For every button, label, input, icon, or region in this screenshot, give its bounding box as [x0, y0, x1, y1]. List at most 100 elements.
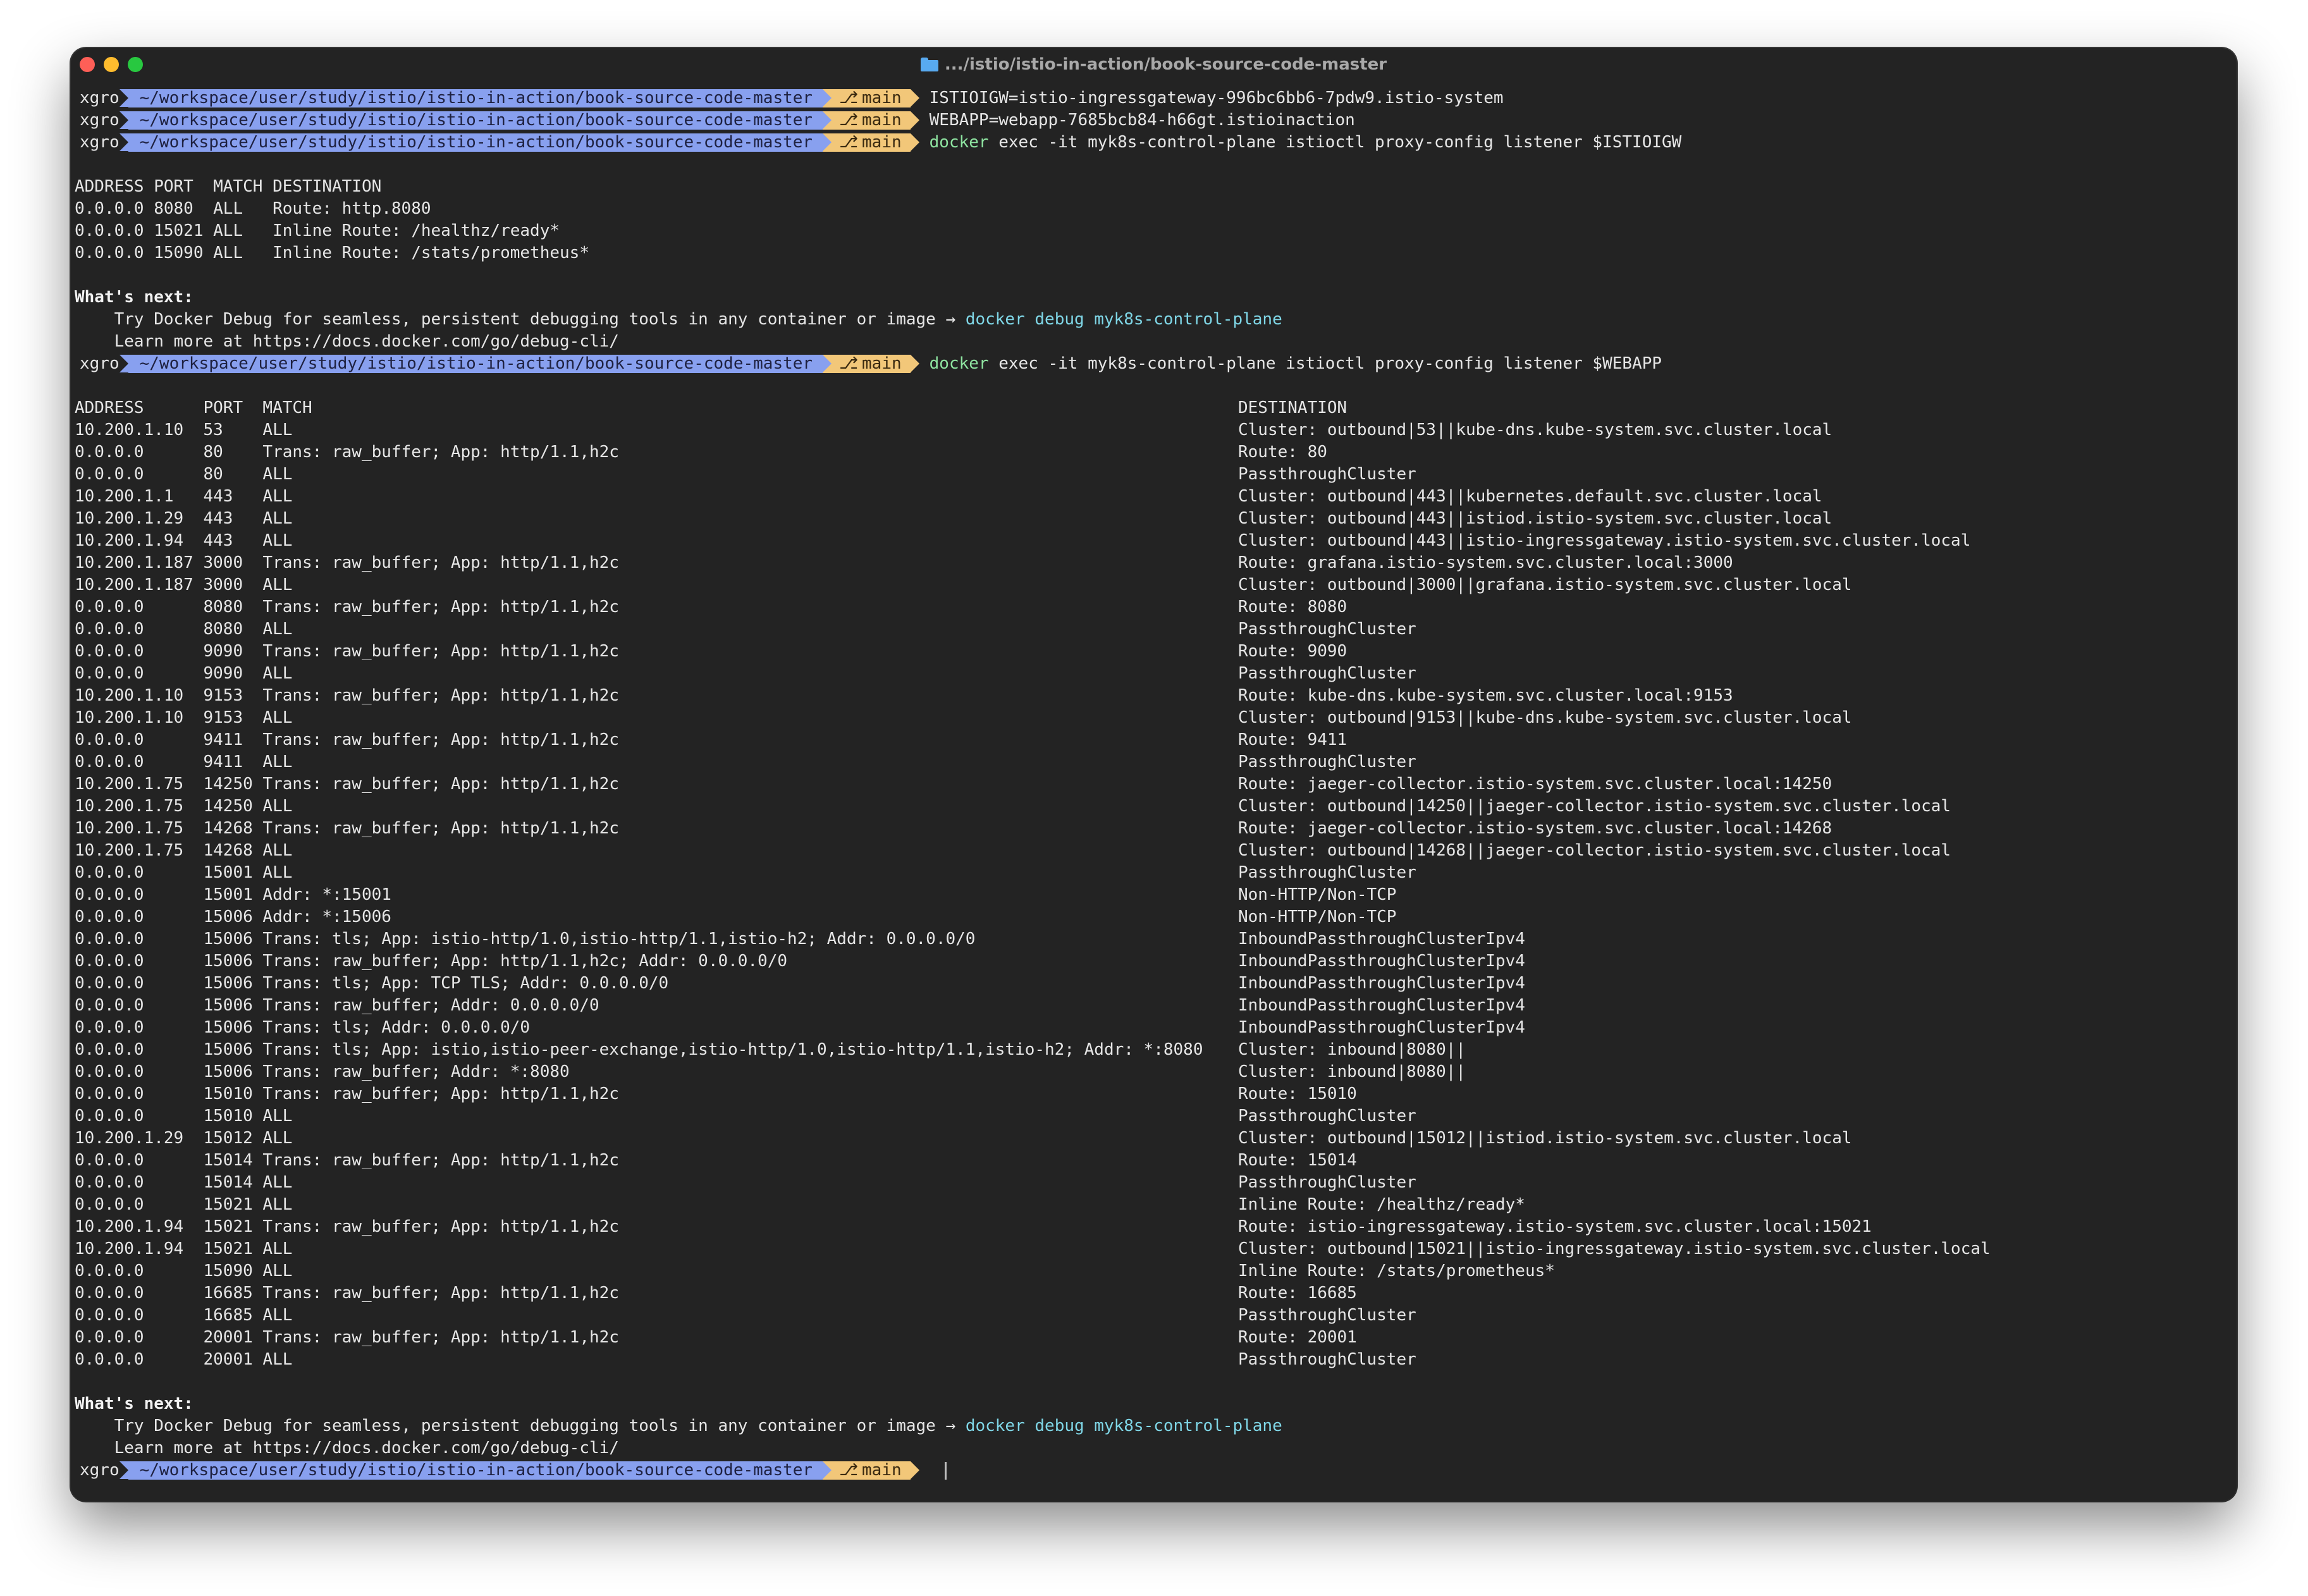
- git-branch-icon: ⎇: [839, 111, 859, 130]
- table-row: 10.200.1.187 3000 ALL Cluster: outbound|3…: [75, 574, 2233, 596]
- prompt-path: ~/workspace/user/study/istio/istio-in-ac…: [119, 1461, 823, 1480]
- window-title: .../istio/istio-in-action/book-source-co…: [920, 55, 1387, 74]
- row-address-port-match: 0.0.0.0 15006 Trans: tls; App: istio,ist…: [75, 1040, 1203, 1059]
- row-destination: PassthroughCluster: [1238, 863, 1416, 882]
- row-address-port-match: 0.0.0.0 15014 Trans: raw_buffer; App: ht…: [75, 1151, 619, 1170]
- zoom-button[interactable]: [128, 57, 143, 72]
- table-row: 0.0.0.0 15014 Trans: raw_buffer; App: ht…: [75, 1150, 2233, 1172]
- row-destination: PassthroughCluster: [1238, 664, 1416, 683]
- row-destination: Route: 9090: [1238, 642, 1347, 661]
- row-destination: Route: istio-ingressgateway.istio-system…: [1238, 1217, 1872, 1236]
- table-row: 0.0.0.0 9090 ALL PassthroughCluster: [75, 663, 2233, 685]
- prompt-user: xgro: [80, 133, 120, 152]
- row-destination: Route: 16685: [1238, 1284, 1357, 1303]
- row-address-port-match: 10.200.1.187 3000 Trans: raw_buffer; App…: [75, 553, 619, 572]
- row-address-port-match: 0.0.0.0 15090 ALL: [75, 1261, 293, 1280]
- table-row: 0.0.0.0 15090 ALL Inline Route: /stats/pr…: [75, 1260, 2233, 1282]
- command-text: docker exec -it myk8s-control-plane isti…: [930, 132, 1682, 154]
- table-row: 0.0.0.0 15006 Trans: tls; App: TCP TLS; …: [75, 973, 2233, 995]
- row-destination: InboundPassthroughClusterIpv4: [1238, 930, 1525, 948]
- row-address-port-match: 0.0.0.0 15010 Trans: raw_buffer; App: ht…: [75, 1084, 619, 1103]
- table-row: 0.0.0.0 80 ALL PassthroughCluster: [75, 463, 2233, 486]
- row-address-port-match: 0.0.0.0 15001 Addr: *:15001: [75, 885, 391, 904]
- table-row: 10.200.1.75 14268 Trans: raw_buffer; App…: [75, 818, 2233, 840]
- row-destination: InboundPassthroughClusterIpv4: [1238, 952, 1525, 971]
- window-controls: [80, 57, 143, 72]
- row-destination: Inline Route: /healthz/ready*: [1238, 1195, 1525, 1214]
- table-row: 0.0.0.0 16685 Trans: raw_buffer; App: ht…: [75, 1282, 2233, 1304]
- header-address-port-match: ADDRESS PORT MATCH: [75, 398, 312, 417]
- row-destination: Route: 15010: [1238, 1084, 1357, 1103]
- whats-next-heading: What's next:: [75, 288, 193, 307]
- row-address-port-match: 10.200.1.10 9153 Trans: raw_buffer; App:…: [75, 686, 619, 705]
- title-bar: .../istio/istio-in-action/book-source-co…: [71, 48, 2237, 81]
- whats-next-learn: Learn more at https://docs.docker.com/go…: [75, 332, 619, 351]
- row-destination: Cluster: outbound|14268||jaeger-collecto…: [1238, 841, 1951, 860]
- whats-next-try-cmd[interactable]: docker debug myk8s-control-plane: [966, 1416, 1282, 1435]
- row-destination: Cluster: outbound|3000||grafana.istio-sy…: [1238, 575, 1852, 594]
- prompt-line: xgro ~/workspace/user/study/istio/istio-i…: [75, 87, 2233, 109]
- igw-listener-row: 0.0.0.0 15090 ALL Inline Route: /stats/p…: [75, 243, 589, 262]
- prompt-user: xgro: [80, 111, 120, 130]
- close-button[interactable]: [80, 57, 95, 72]
- row-address-port-match: 10.200.1.75 14268 ALL: [75, 841, 293, 860]
- prompt-path: ~/workspace/user/study/istio/istio-in-ac…: [119, 89, 823, 107]
- prompt-user: xgro: [80, 1461, 120, 1480]
- prompt-branch: ⎇ main: [823, 355, 919, 373]
- row-address-port-match: 0.0.0.0 15006 Addr: *:15006: [75, 907, 391, 926]
- row-destination: Route: jaeger-collector.istio-system.svc…: [1238, 819, 1832, 838]
- row-address-port-match: 0.0.0.0 9411 ALL: [75, 752, 293, 771]
- minimize-button[interactable]: [104, 57, 119, 72]
- row-destination: Route: jaeger-collector.istio-system.svc…: [1238, 775, 1832, 794]
- table-row: 0.0.0.0 8080 Trans: raw_buffer; App: htt…: [75, 596, 2233, 618]
- prompt-branch: ⎇ main: [823, 133, 919, 152]
- igw-listener-row: 0.0.0.0 15021 ALL Inline Route: /healthz…: [75, 221, 560, 240]
- row-address-port-match: 0.0.0.0 15014 ALL: [75, 1173, 293, 1192]
- row-destination: PassthroughCluster: [1238, 1173, 1416, 1192]
- row-address-port-match: 10.200.1.29 15012 ALL: [75, 1129, 293, 1148]
- command-text: WEBAPP=webapp-7685bcb84-h66gt.istioinact…: [929, 111, 1355, 130]
- table-row: 0.0.0.0 15006 Trans: tls; App: istio,ist…: [75, 1039, 2233, 1061]
- row-address-port-match: 10.200.1.94 15021 ALL: [75, 1239, 293, 1258]
- row-address-port-match: 0.0.0.0 15006 Trans: tls; Addr: 0.0.0.0/…: [75, 1018, 531, 1037]
- whats-next-try-text: Try Docker Debug for seamless, persisten…: [75, 310, 966, 329]
- row-destination: Route: kube-dns.kube-system.svc.cluster.…: [1238, 686, 1733, 705]
- row-destination: InboundPassthroughClusterIpv4: [1238, 1018, 1525, 1037]
- row-address-port-match: 0.0.0.0 8080 ALL: [75, 620, 293, 639]
- row-destination: Non-HTTP/Non-TCP: [1238, 907, 1397, 926]
- row-address-port-match: 10.200.1.29 443 ALL: [75, 509, 293, 528]
- prompt-line: xgro ~/workspace/user/study/istio/istio-i…: [75, 132, 2233, 154]
- command-binary: docker: [929, 133, 989, 152]
- prompt-branch-name: main: [862, 111, 902, 130]
- table-row: 10.200.1.94 15021 Trans: raw_buffer; App…: [75, 1216, 2233, 1238]
- row-address-port-match: 10.200.1.75 14250 Trans: raw_buffer; App…: [75, 775, 619, 794]
- row-destination: Route: 20001: [1238, 1328, 1357, 1347]
- table-row: 0.0.0.0 9090 Trans: raw_buffer; App: htt…: [75, 641, 2233, 663]
- row-destination: Cluster: outbound|15012||istiod.istio-sy…: [1238, 1129, 1852, 1148]
- row-address-port-match: 10.200.1.94 15021 Trans: raw_buffer; App…: [75, 1217, 619, 1236]
- table-row: 0.0.0.0 15014 ALL PassthroughCluster: [75, 1172, 2233, 1194]
- row-destination: Cluster: outbound|443||istiod.istio-syst…: [1238, 509, 1832, 528]
- table-row: 0.0.0.0 15006 Trans: tls; App: istio-htt…: [75, 928, 2233, 950]
- row-address-port-match: 0.0.0.0 15021 ALL: [75, 1195, 293, 1214]
- terminal-output[interactable]: xgro ~/workspace/user/study/istio/istio-i…: [75, 87, 2233, 1482]
- table-row: 0.0.0.0 16685 ALL PassthroughCluster: [75, 1304, 2233, 1327]
- text-cursor: [944, 1461, 947, 1480]
- row-address-port-match: 10.200.1.75 14250 ALL: [75, 797, 293, 816]
- whats-next-try-cmd[interactable]: docker debug myk8s-control-plane: [966, 310, 1282, 329]
- igw-listener-row: ADDRESS PORT MATCH DESTINATION: [75, 177, 382, 196]
- row-destination: Route: 80: [1238, 443, 1327, 462]
- table-row: 0.0.0.0 15021 ALL Inline Route: /healthz/…: [75, 1194, 2233, 1216]
- table-row: 0.0.0.0 80 Trans: raw_buffer; App: http/…: [75, 441, 2233, 463]
- whats-next-try: Try Docker Debug for seamless, persisten…: [75, 309, 2233, 331]
- row-address-port-match: 0.0.0.0 9090 Trans: raw_buffer; App: htt…: [75, 642, 619, 661]
- row-address-port-match: 0.0.0.0 20001 Trans: raw_buffer; App: ht…: [75, 1328, 619, 1347]
- table-row: 0.0.0.0 15006 Trans: raw_buffer; Addr: 0…: [75, 995, 2233, 1017]
- table-row: 0.0.0.0 8080 ALL PassthroughCluster: [75, 618, 2233, 641]
- row-address-port-match: 0.0.0.0 80 ALL: [75, 465, 293, 484]
- row-destination: InboundPassthroughClusterIpv4: [1238, 974, 1525, 993]
- row-address-port-match: 10.200.1.187 3000 ALL: [75, 575, 293, 594]
